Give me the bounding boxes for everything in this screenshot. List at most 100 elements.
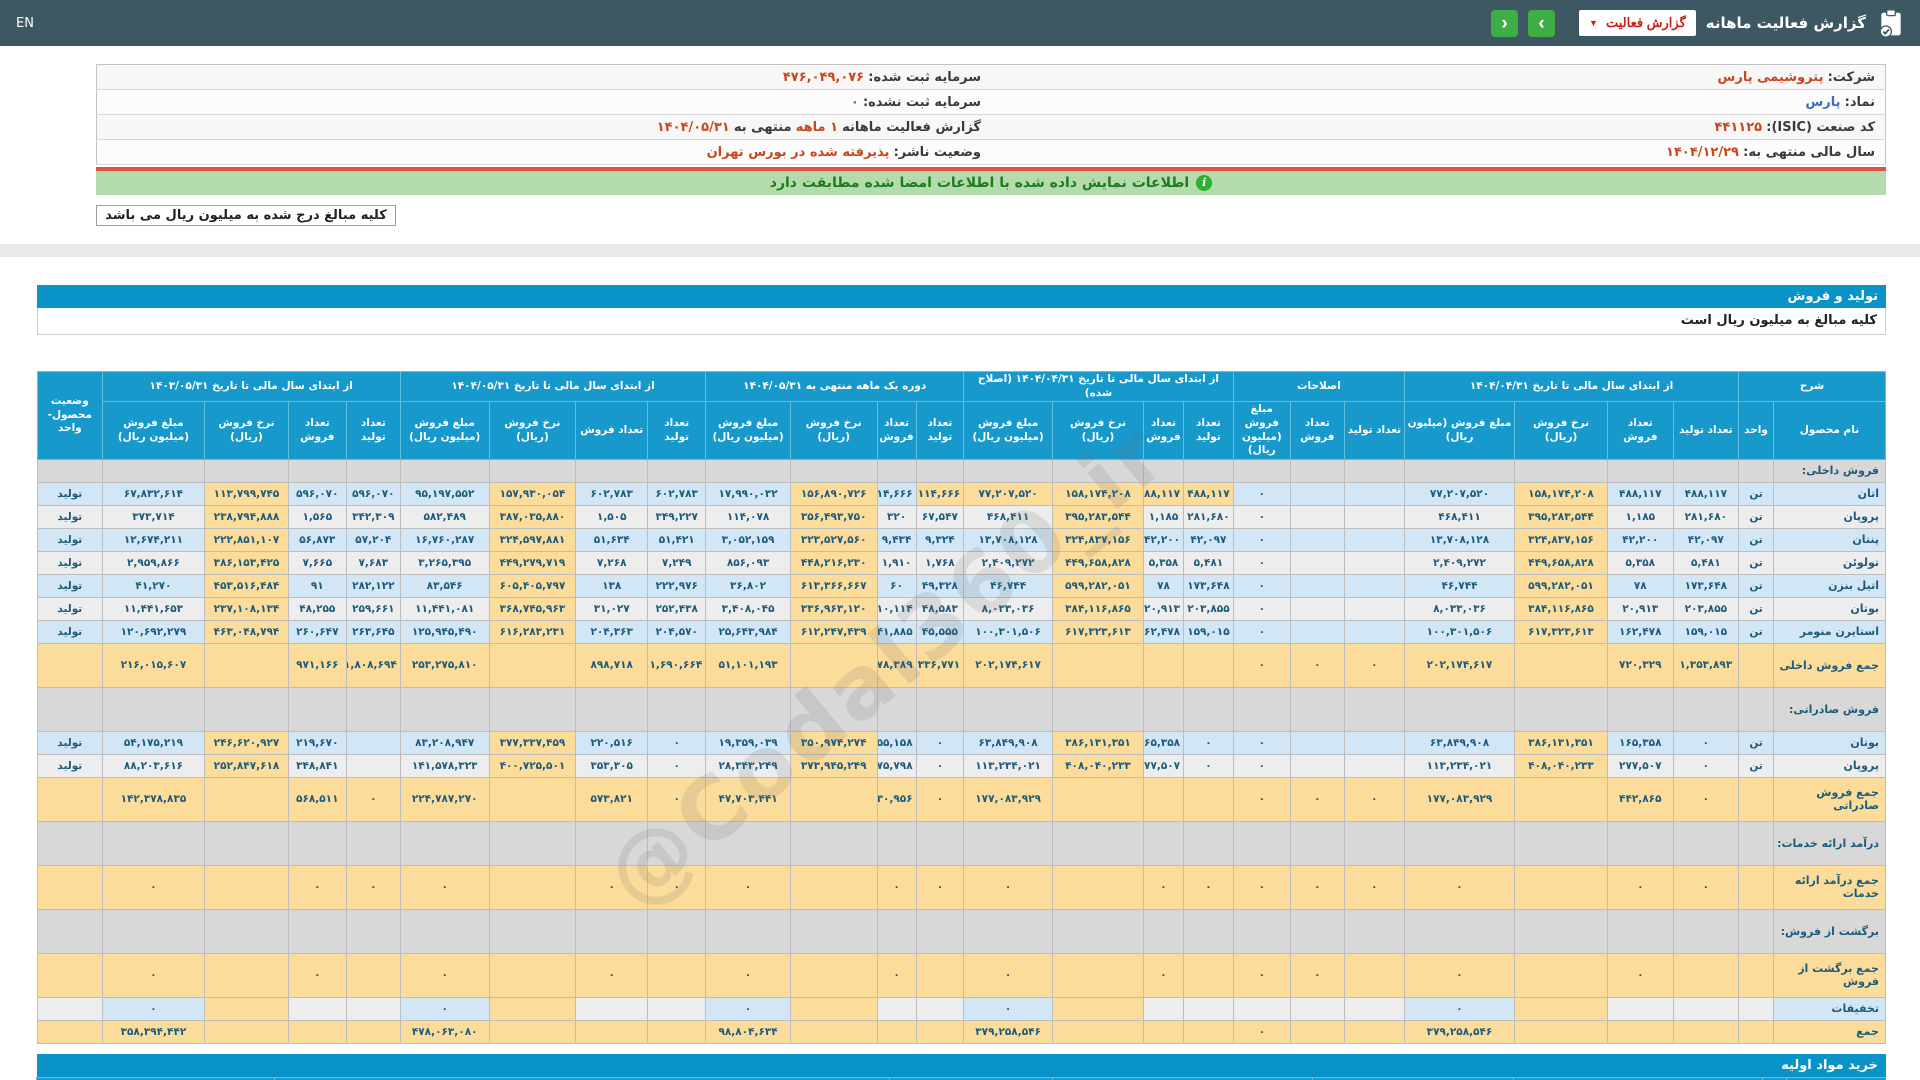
table-cell: ۳۸۷,۰۳۵,۸۸۰ <box>489 505 576 528</box>
table-cell: ۳,۴۰۸,۰۴۵ <box>706 597 791 620</box>
table-cell: ۶۱۷,۳۲۳,۶۱۳ <box>1515 620 1608 643</box>
table-cell: ۳۷۹,۲۵۸,۵۴۶ <box>1405 1020 1515 1043</box>
column-header: اصلاحات <box>1233 372 1404 402</box>
table-cell: ۸,۰۳۳,۰۳۶ <box>1405 597 1515 620</box>
table-cell <box>1053 777 1144 821</box>
table-cell: ۵۶۸,۵۱۱ <box>288 777 346 821</box>
row-label: جمع درآمد ارائه خدمات <box>1773 865 1885 909</box>
table-cell: ۳۳۶,۹۶۳,۱۲۰ <box>790 597 877 620</box>
table-cell: ۱۱۳,۲۳۴,۰۲۱ <box>964 754 1053 777</box>
table-cell: ۲,۹۵۹,۸۶۶ <box>102 551 205 574</box>
issuer-status-value: پذیرفته شده در بورس تهران <box>707 145 890 160</box>
table-cell: ۰ <box>1608 865 1674 909</box>
status-cell: تولید <box>38 482 103 505</box>
table-cell <box>706 821 791 865</box>
panel-divider <box>0 244 1920 257</box>
table-cell: ۱۳۰,۹۵۶ <box>877 777 916 821</box>
table-cell: ۴۸,۵۸۳ <box>916 597 964 620</box>
report-type-button[interactable]: گزارش فعالیت ▼ <box>1579 10 1696 36</box>
table-cell <box>877 1020 916 1043</box>
table-cell: ۶۱۷,۳۲۳,۶۱۳ <box>1053 620 1144 643</box>
table-cell <box>1143 777 1183 821</box>
table-cell: ۱۷۳,۶۴۸ <box>1184 574 1234 597</box>
table-cell: ۰ <box>400 953 489 997</box>
unit-cell: تن <box>1739 551 1774 574</box>
language-switch-link[interactable]: EN <box>16 16 34 31</box>
table-cell <box>102 459 205 482</box>
table-cell: ۲۶۰,۶۴۷ <box>288 620 346 643</box>
next-report-button[interactable]: › <box>1528 10 1555 37</box>
status-cell <box>38 865 103 909</box>
table-cell <box>346 459 400 482</box>
column-header: مبلغ فروش (میلیون ریال) <box>706 402 791 460</box>
table-cell: ۵۱,۴۲۱ <box>648 528 706 551</box>
table-cell: ۵۱,۶۳۴ <box>576 528 648 551</box>
table-row: جمع درآمد ارائه خدمات۰۰۰۰۰۰۰۰۰۰۰۰۰۰۰۰۰۰ <box>38 865 1886 909</box>
table-cell: ۳۹۵,۲۸۳,۵۴۴ <box>1515 505 1608 528</box>
table-cell: ۱۳۸ <box>576 574 648 597</box>
isic-label: کد صنعت (ISIC): <box>1766 120 1875 135</box>
purchase-section: خرید مواد اولیه شرحواحداز ابتدای سال مال… <box>37 1054 1886 1080</box>
table-cell: ۰ <box>1233 620 1290 643</box>
table-cell: ۰ <box>1233 953 1290 997</box>
table-cell <box>648 687 706 731</box>
table-cell: ۰ <box>400 865 489 909</box>
table-cell: ۰ <box>1233 551 1290 574</box>
table-cell <box>1344 909 1404 953</box>
table-cell: ۳۳۶,۷۷۱ <box>916 643 964 687</box>
table-cell: ۴۸,۲۵۵ <box>288 597 346 620</box>
table-cell: ۰ <box>1405 997 1515 1020</box>
amount-unit-note: کلیه مبالغ درج شده به میلیون ریال می باش… <box>96 205 396 226</box>
table-cell: ۱۷۳,۶۴۸ <box>1673 574 1739 597</box>
info-row: نماد: پارس سرمایه ثبت نشده: ۰ <box>97 90 1886 115</box>
table-cell: ۰ <box>1143 865 1183 909</box>
info-icon: i <box>1196 175 1212 191</box>
table-cell: ۵۸۲,۴۸۹ <box>400 505 489 528</box>
status-cell <box>38 643 103 687</box>
table-cell: ۳۲۰ <box>877 505 916 528</box>
status-cell <box>38 1020 103 1043</box>
table-cell: ۰ <box>346 865 400 909</box>
column-header: تعداد تولید <box>1673 402 1739 460</box>
table-cell <box>1233 459 1290 482</box>
table-cell: ۴۰۰,۷۲۵,۵۰۱ <box>489 754 576 777</box>
table-cell <box>205 997 289 1020</box>
table-cell: ۱۷,۹۹۰,۰۳۲ <box>706 482 791 505</box>
table-cell: ۶۷,۸۳۲,۶۱۴ <box>102 482 205 505</box>
fiscal-year-label: سال مالی منتهی به: <box>1743 145 1875 160</box>
table-cell <box>576 687 648 731</box>
table-cell: ۰ <box>576 953 648 997</box>
table-cell <box>1053 643 1144 687</box>
table-cell: ۰ <box>648 865 706 909</box>
table-cell: ۲۶۳,۶۴۵ <box>346 620 400 643</box>
table-cell: ۱۶۲,۴۷۸ <box>1143 620 1183 643</box>
column-header: تعداد تولید <box>346 402 400 460</box>
table-cell: ۳۷۳,۹۴۵,۲۴۹ <box>790 754 877 777</box>
table-cell: ۲۰۲,۱۷۴,۶۱۷ <box>1405 643 1515 687</box>
table-cell <box>400 909 489 953</box>
table-cell: ۳۴۸,۸۴۱ <box>288 754 346 777</box>
table-cell: ۳۲۴,۸۳۷,۱۵۶ <box>1053 528 1144 551</box>
table-row: پروپانتن۰۲۷۷,۵۰۷۴۰۸,۰۴۰,۲۳۳۱۱۳,۲۳۴,۰۲۱۰۰… <box>38 754 1886 777</box>
table-cell: ۳,۰۵۲,۱۵۹ <box>706 528 791 551</box>
previous-report-button[interactable]: ‹ <box>1491 10 1518 37</box>
table-cell: ۰ <box>1184 731 1234 754</box>
table-cell: ۲۳۸,۷۹۴,۸۸۸ <box>205 505 289 528</box>
row-label: فروش صادراتی: <box>1773 687 1885 731</box>
table-cell <box>790 1020 877 1043</box>
table-cell: ۰ <box>916 865 964 909</box>
status-cell <box>38 777 103 821</box>
table-cell: ۱۷۸,۳۸۹ <box>877 643 916 687</box>
column-header: تعداد فروش <box>877 402 916 460</box>
table-cell: ۲۸۲,۱۲۲ <box>346 574 400 597</box>
table-cell: ۳۸۶,۱۳۱,۳۵۱ <box>1053 731 1144 754</box>
table-cell: ۲۵۳,۲۷۵,۸۱۰ <box>400 643 489 687</box>
table-cell: ۴۵۳,۵۱۶,۴۸۴ <box>205 574 289 597</box>
table-cell <box>1143 821 1183 865</box>
table-cell: ۱۴۱,۵۷۸,۳۲۳ <box>400 754 489 777</box>
unregistered-capital-label: سرمایه ثبت نشده: <box>863 95 981 110</box>
table-cell <box>648 459 706 482</box>
row-label: پنتان <box>1773 528 1885 551</box>
sales-section-title: تولید و فروش <box>37 285 1886 308</box>
column-header: تعداد فروش <box>1290 402 1344 460</box>
